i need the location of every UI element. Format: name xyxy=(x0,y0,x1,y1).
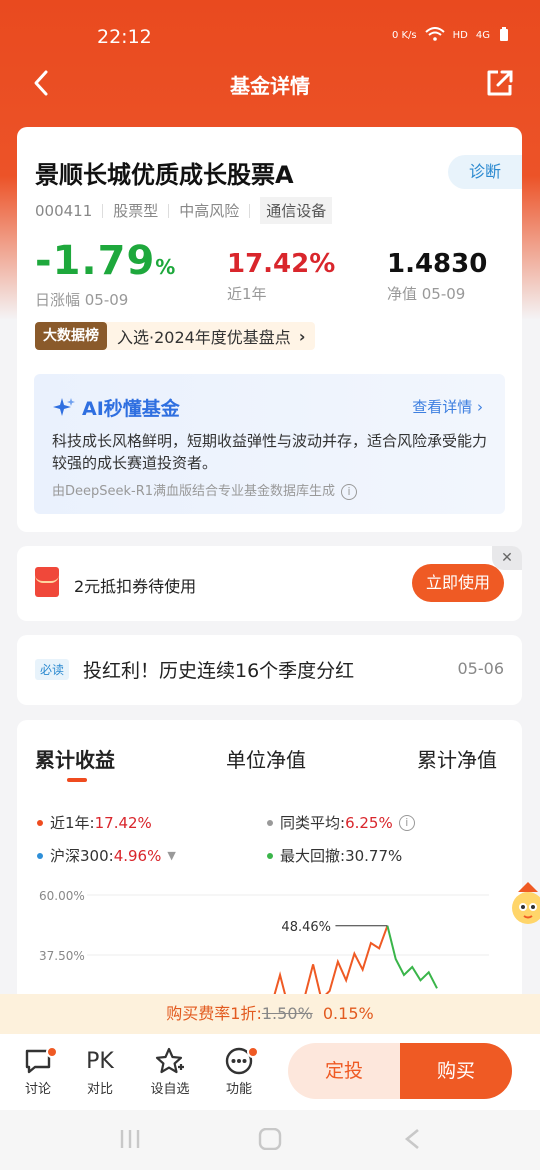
daily-change-value: -1.79% xyxy=(35,238,177,284)
notification-dot xyxy=(46,1046,58,1058)
diagnose-button[interactable]: 诊断 xyxy=(448,155,522,189)
mascot-icon[interactable] xyxy=(506,880,540,930)
legend-fund: 近1年: 17.42% xyxy=(37,812,152,833)
performance-chart-card: 累计收益 单位净值 累计净值 近1年: 17.42% 同类平均: 6.25% i 沪… xyxy=(17,720,522,1040)
ai-summary-text: 科技成长风格鲜明，短期收益弹性与波动并存，适合风险承受能力较强的成长赛道投资者。 xyxy=(52,432,488,472)
star-plus-icon xyxy=(148,1044,192,1078)
wifi-icon xyxy=(424,27,445,44)
fund-type: 股票型 xyxy=(113,202,159,220)
pk-icon: PK xyxy=(86,1048,114,1074)
nav-metric: 1.4830 净值 05-09 xyxy=(387,249,487,304)
ai-title: AI秒懂基金 xyxy=(52,394,180,421)
auto-invest-button[interactable]: 定投 xyxy=(288,1043,400,1099)
signal-label: 4G xyxy=(475,30,490,41)
chart-tabs: 累计收益 单位净值 累计净值 xyxy=(17,744,522,784)
nav-label: 净值 05-09 xyxy=(387,285,466,303)
legend-dot xyxy=(267,852,273,859)
daily-change-metric: -1.79% 日涨幅 05-09 xyxy=(35,239,176,310)
functions-button[interactable]: 功能 xyxy=(217,1044,261,1097)
news-date: 05-06 xyxy=(457,659,505,678)
year-return-value: 17.42% xyxy=(227,249,336,279)
more-dots-icon xyxy=(217,1044,261,1078)
tab-cumulative-nav[interactable]: 累计净值 xyxy=(417,744,497,773)
home-icon[interactable] xyxy=(258,1127,282,1154)
compare-button[interactable]: PK 对比 xyxy=(78,1044,122,1098)
chevron-right-icon: › xyxy=(298,326,306,346)
sparkle-icon xyxy=(53,397,75,416)
news-headline: 投红利！历史连续16个季度分红 xyxy=(83,660,355,682)
divider xyxy=(168,203,170,218)
battery-icon xyxy=(498,26,510,45)
notification-dot xyxy=(247,1046,259,1058)
net-speed: 0 K/s xyxy=(391,30,417,41)
daily-change-label: 日涨幅 05-09 xyxy=(35,291,129,309)
divider xyxy=(249,203,251,218)
back-nav-icon[interactable] xyxy=(402,1128,422,1154)
chat-bubble-icon xyxy=(16,1044,60,1078)
must-read-badge: 必读 xyxy=(35,659,70,680)
legend-dot xyxy=(37,852,43,859)
ai-summary-box: AI秒懂基金 查看详情 › 科技成长风格鲜明，短期收益弹性与波动并存，适合风险承… xyxy=(34,374,505,514)
tab-cumulative-return[interactable]: 累计收益 xyxy=(35,744,115,773)
active-tab-indicator xyxy=(67,778,87,782)
legend-peer-average: 同类平均: 6.25% i xyxy=(267,812,415,833)
caret-down-icon: ▼ xyxy=(167,849,176,862)
bigdata-badge: 大数据榜 xyxy=(35,322,107,350)
tab-unit-nav[interactable]: 单位净值 xyxy=(226,744,306,773)
legend-dot xyxy=(37,819,43,826)
nav-value: 1.4830 xyxy=(387,249,488,279)
fund-return-line xyxy=(271,925,389,1000)
status-time: 22:12 xyxy=(97,26,152,48)
fund-name: 景顺长城优质成长股票A xyxy=(35,161,294,189)
navigation-bar: 基金详情 xyxy=(0,60,540,108)
bigdata-ranking-banner[interactable]: 大数据榜 入选·2024年度优基盘点 › xyxy=(35,322,316,350)
status-icons: 0 K/s HD 4G xyxy=(392,26,510,45)
status-bar: 22:12 0 K/s HD 4G xyxy=(0,0,540,60)
system-navigation-bar xyxy=(0,1110,540,1170)
hd-label: HD xyxy=(452,30,468,41)
close-icon[interactable]: ✕ xyxy=(492,546,522,570)
legend-dot xyxy=(267,819,273,826)
coupon-text: 2元抵扣券待使用 xyxy=(74,577,197,596)
fee-discount-bar: 购买费率1折:1.50% 0.15% xyxy=(0,994,540,1034)
year-return-metric: 17.42% 近1年 xyxy=(227,249,335,304)
fee-label: 购买费率1折: xyxy=(166,1004,262,1023)
ai-more-link[interactable]: 查看详情 › xyxy=(412,396,483,417)
info-icon[interactable]: i xyxy=(341,484,358,500)
add-watchlist-button[interactable]: 设自选 xyxy=(148,1044,192,1097)
info-icon[interactable]: i xyxy=(398,814,415,831)
discuss-button[interactable]: 讨论 xyxy=(16,1044,60,1097)
share-button[interactable] xyxy=(484,68,514,98)
share-icon xyxy=(487,70,513,96)
y-tick-label: 60.00% xyxy=(39,889,85,903)
bigdata-text: 入选·2024年度优基盘点 xyxy=(117,328,291,347)
recent-apps-icon[interactable] xyxy=(118,1128,142,1154)
peak-annotation: 48.46% xyxy=(281,920,331,935)
fund-risk: 中高风险 xyxy=(179,202,240,220)
fee-original: 1.50% xyxy=(261,1004,313,1023)
use-coupon-button[interactable]: 立即使用 xyxy=(412,564,504,602)
page-title: 基金详情 xyxy=(230,74,310,98)
bottom-action-bar: 讨论 PK 对比 设自选 功能 定投 购买 xyxy=(0,1034,540,1110)
fund-tags: 000411 股票型 中高风险 通信设备 xyxy=(35,197,333,224)
return-chart[interactable]: 60.00% 37.50% 48.46% xyxy=(17,880,522,1000)
year-return-label: 近1年 xyxy=(227,285,267,303)
coupon-card: 2元抵扣券待使用 立即使用 ✕ xyxy=(17,546,522,621)
red-envelope-icon xyxy=(35,567,59,597)
news-card[interactable]: 必读 投红利！历史连续16个季度分红 05-06 xyxy=(17,635,522,705)
legend-index[interactable]: 沪深300: 4.96% ▼ xyxy=(37,845,176,866)
divider xyxy=(102,203,104,218)
y-tick-label: 37.50% xyxy=(39,949,85,963)
fund-code: 000411 xyxy=(35,201,93,220)
fund-sector-tag[interactable]: 通信设备 xyxy=(260,197,333,224)
drawdown-line xyxy=(386,925,438,989)
ai-source-note: 由DeepSeek-R1满血版结合专业基金数据库生成 i xyxy=(52,480,358,500)
legend-max-drawdown: 最大回撤: 30.77% xyxy=(267,845,402,866)
buy-button[interactable]: 购买 xyxy=(400,1043,512,1099)
fee-current: 0.15% xyxy=(322,1004,374,1023)
fund-summary-card: 景顺长城优质成长股票A 诊断 000411 股票型 中高风险 通信设备 -1.7… xyxy=(17,127,522,532)
